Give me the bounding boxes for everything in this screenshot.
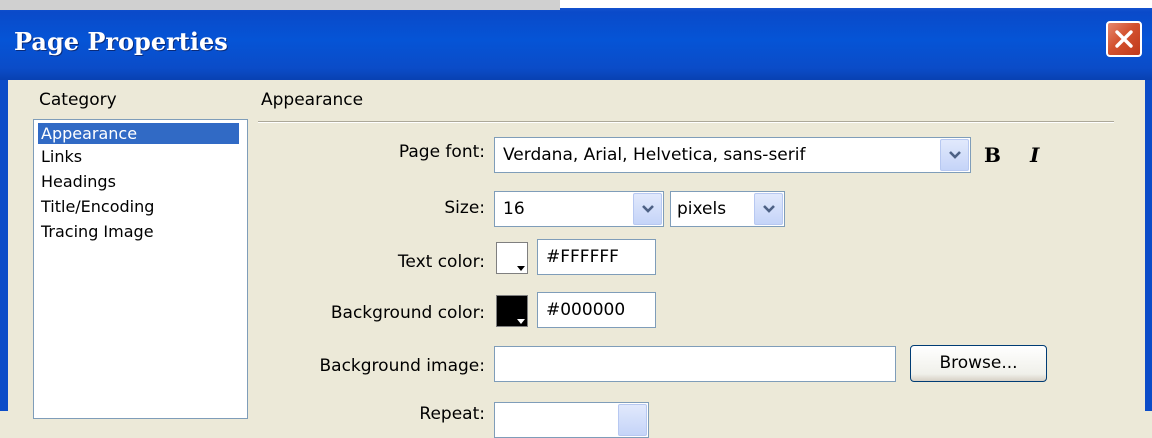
repeat-dropdown-button[interactable] xyxy=(618,404,647,436)
category-item-appearance[interactable]: Appearance xyxy=(38,123,239,144)
page-font-dropdown-button[interactable] xyxy=(940,139,969,171)
size-value: 16 xyxy=(503,199,525,219)
background-color-value: #000000 xyxy=(546,300,626,320)
browse-button[interactable]: Browse... xyxy=(910,345,1047,382)
background-color-label: Background color: xyxy=(330,303,485,323)
category-item-headings[interactable]: Headings xyxy=(38,171,119,192)
text-color-input[interactable]: #FFFFFF xyxy=(537,239,656,275)
size-select[interactable]: 16 xyxy=(494,191,664,227)
background-color-input[interactable]: #000000 xyxy=(537,292,656,328)
category-item-links[interactable]: Links xyxy=(38,146,85,167)
size-dropdown-button[interactable] xyxy=(633,193,662,225)
text-color-label: Text color: xyxy=(397,252,485,272)
window-frame-right xyxy=(1145,80,1152,411)
title-bar-top-edge-shade xyxy=(0,0,560,10)
text-color-value: #FFFFFF xyxy=(546,247,619,267)
title-bar: Page Properties xyxy=(0,0,1152,80)
close-button[interactable] xyxy=(1106,21,1142,57)
category-item-title-encoding[interactable]: Title/Encoding xyxy=(38,196,157,217)
size-label: Size: xyxy=(444,198,485,218)
window-title: Page Properties xyxy=(14,27,228,56)
background-image-label: Background image: xyxy=(319,356,485,376)
close-icon xyxy=(1115,30,1133,48)
italic-button[interactable]: I xyxy=(1030,143,1039,167)
page-font-label: Page font: xyxy=(398,142,485,162)
category-list[interactable]: Appearance Links Headings Title/Encoding… xyxy=(33,119,248,419)
bold-button[interactable]: B xyxy=(984,143,1001,167)
swatch-arrow-icon xyxy=(517,319,525,324)
chevron-down-icon xyxy=(763,205,775,213)
background-color-swatch[interactable] xyxy=(496,295,528,327)
chevron-down-icon xyxy=(949,151,961,159)
size-unit-select[interactable]: pixels xyxy=(670,191,785,227)
size-unit-dropdown-button[interactable] xyxy=(754,193,783,225)
text-color-swatch[interactable] xyxy=(496,242,528,274)
swatch-arrow-icon xyxy=(517,266,525,271)
repeat-label: Repeat: xyxy=(419,404,485,424)
background-image-input[interactable] xyxy=(494,346,896,382)
category-label: Category xyxy=(39,90,117,110)
page-font-value: Verdana, Arial, Helvetica, sans-serif xyxy=(503,145,806,165)
category-item-tracing-image[interactable]: Tracing Image xyxy=(38,221,157,242)
window-frame-left xyxy=(0,80,8,411)
page-font-select[interactable]: Verdana, Arial, Helvetica, sans-serif xyxy=(494,137,971,173)
section-separator xyxy=(258,121,1114,123)
section-title: Appearance xyxy=(261,90,364,110)
size-unit-value: pixels xyxy=(677,199,727,219)
chevron-down-icon xyxy=(642,205,654,213)
repeat-select[interactable] xyxy=(494,402,649,438)
